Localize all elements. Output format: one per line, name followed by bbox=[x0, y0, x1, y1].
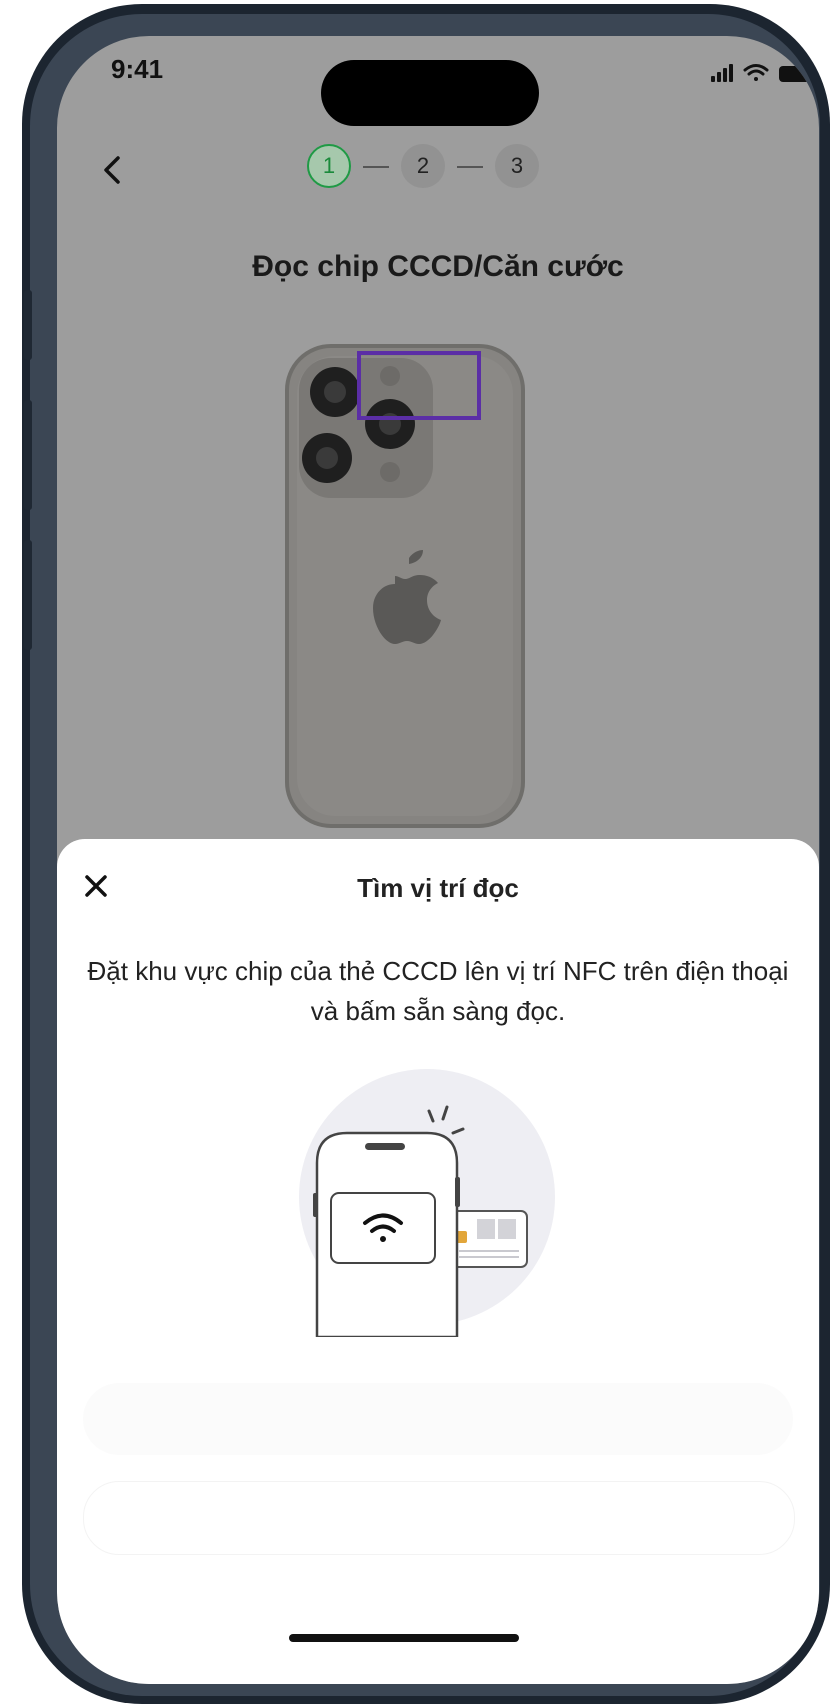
status-time: 9:41 bbox=[111, 54, 164, 84]
nfc-tap-illustration bbox=[277, 1067, 577, 1339]
sheet-title: Tìm vị trí đọc bbox=[357, 873, 519, 903]
volume-up-button bbox=[24, 400, 32, 510]
wifi-icon bbox=[743, 64, 769, 81]
secondary-button[interactable] bbox=[83, 1481, 795, 1555]
status-icons bbox=[709, 58, 819, 88]
sheet-description: Đặt khu vực chip của thẻ CCCD lên vị trí… bbox=[87, 956, 789, 1026]
page-title: Đọc chip CCCD/Căn cước bbox=[252, 250, 624, 283]
bottom-sheet: Tìm vị trí đọc Đặt khu vực chip của thẻ … bbox=[57, 839, 819, 1684]
phone-icon bbox=[313, 1131, 460, 1339]
step-divider bbox=[363, 166, 389, 168]
home-indicator bbox=[289, 1634, 519, 1642]
step-2: 2 bbox=[401, 144, 445, 188]
dynamic-island bbox=[321, 60, 539, 126]
screen: 9:41 1 2 3 Đọc chip CCCD/Căn cước Tìm vị… bbox=[57, 36, 819, 1684]
step-divider bbox=[457, 166, 483, 168]
id-card-icon bbox=[448, 1210, 528, 1268]
phone-back-illustration bbox=[277, 336, 577, 836]
volume-down-button bbox=[24, 540, 32, 650]
battery-icon bbox=[779, 66, 819, 82]
step-1: 1 bbox=[307, 144, 351, 188]
chevron-left-icon bbox=[104, 156, 120, 184]
back-button[interactable] bbox=[91, 148, 135, 192]
step-3: 3 bbox=[495, 144, 539, 188]
silent-switch bbox=[24, 290, 32, 360]
ready-button[interactable] bbox=[83, 1383, 793, 1455]
signal-icon bbox=[711, 64, 733, 82]
